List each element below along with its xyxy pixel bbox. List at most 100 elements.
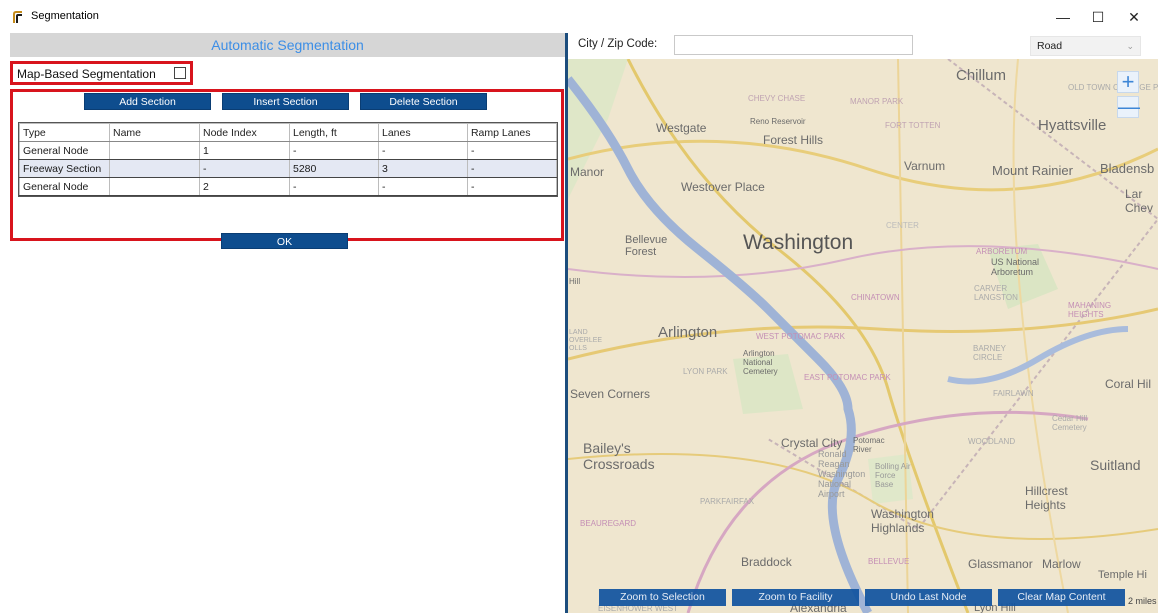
ok-button[interactable]: OK	[221, 233, 348, 249]
window-title: Segmentation	[31, 10, 99, 22]
table-row[interactable]: General Node 1 - - -	[19, 141, 558, 160]
map-label: Marlow	[1042, 557, 1081, 571]
map-label: LAND OVERLEE OLLS	[569, 329, 603, 352]
table-cell[interactable]	[109, 177, 200, 196]
map-label: BELLEVUE	[868, 557, 910, 566]
map-label: OLD TOWN COLLEGE PA	[1068, 83, 1158, 92]
table-cell[interactable]: -	[466, 141, 558, 160]
automatic-segmentation-header: Automatic Segmentation	[10, 33, 565, 57]
maximize-button[interactable]: ☐	[1081, 4, 1115, 30]
column-header-node-index[interactable]: Node Index	[199, 123, 290, 142]
zoom-out-button[interactable]: —	[1117, 96, 1140, 118]
table-row[interactable]: Freeway Section - 5280 3 -	[19, 159, 558, 178]
map-label: Glassmanor	[968, 557, 1033, 571]
map-label: Chillum	[956, 67, 1007, 84]
sections-table: Type Name Node Index Length, ft Lanes Ra…	[18, 122, 558, 197]
map-label: Washington Highlands	[871, 507, 934, 535]
table-cell[interactable]: 5280	[289, 159, 379, 178]
undo-last-node-button[interactable]: Undo Last Node	[865, 589, 992, 606]
table-row[interactable]: General Node 2 - - -	[19, 177, 558, 196]
table-cell[interactable]	[109, 159, 200, 178]
map-label: Westover Place	[681, 180, 765, 194]
map-based-segmentation-label: Map-Based Segmentation	[17, 67, 156, 81]
map-label: BEAUREGARD	[580, 519, 637, 528]
zoom-to-selection-button[interactable]: Zoom to Selection	[599, 589, 726, 606]
map-based-segmentation-checkbox[interactable]	[174, 67, 186, 79]
map-label: CHINATOWN	[851, 293, 900, 302]
zoom-to-facility-button[interactable]: Zoom to Facility	[732, 589, 859, 606]
sections-editor: Add Section Insert Section Delete Sectio…	[10, 89, 564, 241]
delete-section-button[interactable]: Delete Section	[360, 93, 487, 110]
map-scale: 2 miles	[1128, 596, 1157, 606]
map-label: Bolling Air Force Base	[875, 462, 911, 489]
map-label: FORT TOTTEN	[885, 121, 941, 130]
map-label: Temple Hi	[1098, 569, 1147, 581]
map-panel: City / Zip Code: Road ⌄ Chillum OLD TOWN…	[568, 33, 1158, 613]
clear-map-content-button[interactable]: Clear Map Content	[998, 589, 1125, 606]
map-canvas	[568, 59, 1158, 613]
map-label: WOODLAND	[968, 437, 1016, 446]
table-cell[interactable]: -	[289, 177, 379, 196]
segmentation-panel: Automatic Segmentation Map-Based Segment…	[10, 33, 565, 611]
table-cell[interactable]: General Node	[19, 177, 110, 196]
table-cell[interactable]: -	[377, 141, 468, 160]
insert-section-button[interactable]: Insert Section	[222, 93, 349, 110]
minimize-button[interactable]: —	[1046, 4, 1080, 30]
table-cell[interactable]: -	[289, 141, 379, 160]
map-label: Bellevue Forest	[625, 234, 668, 258]
city-zip-label: City / Zip Code:	[578, 38, 658, 50]
table-cell[interactable]: -	[199, 159, 290, 178]
map-label: Arlington	[658, 324, 718, 341]
map-label: WEST POTOMAC PARK	[756, 332, 845, 341]
table-cell[interactable]: Freeway Section	[19, 159, 110, 178]
close-button[interactable]: ✕	[1117, 4, 1151, 30]
map-label: ARBORETUM	[976, 247, 1028, 256]
map-label: Varnum	[904, 159, 946, 173]
table-cell[interactable]: -	[466, 177, 558, 196]
map-based-segmentation-box: Map-Based Segmentation	[10, 61, 193, 85]
column-header-name[interactable]: Name	[109, 123, 200, 142]
map-label: Arlington National Cemetery	[743, 349, 778, 376]
table-cell[interactable]: 3	[377, 159, 468, 178]
column-header-lanes[interactable]: Lanes	[377, 123, 468, 142]
map-label: Forest Hills	[763, 133, 824, 147]
title-bar: Segmentation — ☐ ✕	[0, 0, 1158, 32]
map-label: Cedar Hill Cemetery	[1052, 414, 1088, 432]
map-label: CARVER LANGSTON	[974, 284, 1018, 302]
column-header-type[interactable]: Type	[19, 123, 110, 142]
map-label: EAST POTOMAC PARK	[804, 373, 891, 382]
column-header-length[interactable]: Length, ft	[289, 123, 379, 142]
table-cell[interactable]	[109, 141, 200, 160]
table-cell[interactable]: 1	[199, 141, 290, 160]
map-label: MANOR PARK	[850, 97, 904, 106]
table-cell[interactable]: -	[377, 177, 468, 196]
app-logo-icon	[13, 11, 22, 23]
map-label: FAIRLAWN	[993, 389, 1034, 398]
map-label: Hyattsville	[1038, 117, 1107, 134]
map-style-value: Road	[1037, 40, 1063, 52]
zoom-in-button[interactable]: +	[1117, 71, 1139, 93]
map-label: LYON PARK	[683, 367, 728, 376]
table-cell[interactable]: General Node	[19, 141, 110, 160]
map-label: Bladensb	[1100, 161, 1155, 176]
map-label: Mount Rainier	[992, 163, 1073, 178]
table-cell[interactable]: 2	[199, 177, 290, 196]
map-label: US National Arboretum	[991, 257, 1040, 277]
map-label: Washington	[743, 231, 854, 254]
city-zip-input[interactable]	[674, 35, 913, 55]
column-header-ramp-lanes[interactable]: Ramp Lanes	[466, 123, 558, 142]
map-label: CENTER	[886, 221, 919, 230]
map-style-select[interactable]: Road ⌄	[1030, 36, 1141, 56]
map-label: Reno Reservoir	[750, 117, 806, 126]
map-label: Suitland	[1090, 457, 1141, 473]
table-cell[interactable]: -	[466, 159, 558, 178]
add-section-button[interactable]: Add Section	[84, 93, 211, 110]
map-label: Hillcrest Heights	[1025, 484, 1068, 512]
map-label: Lar Chev	[1125, 187, 1154, 215]
map-label: MAHANING HEIGHTS	[1068, 301, 1112, 319]
table-header-row: Type Name Node Index Length, ft Lanes Ra…	[19, 123, 558, 142]
map-label: Hill	[569, 277, 581, 286]
map-label: Crystal City	[781, 436, 843, 450]
map-view[interactable]: Chillum OLD TOWN COLLEGE PA CHEVY CHASE …	[568, 59, 1158, 613]
map-label: Manor	[570, 165, 605, 179]
